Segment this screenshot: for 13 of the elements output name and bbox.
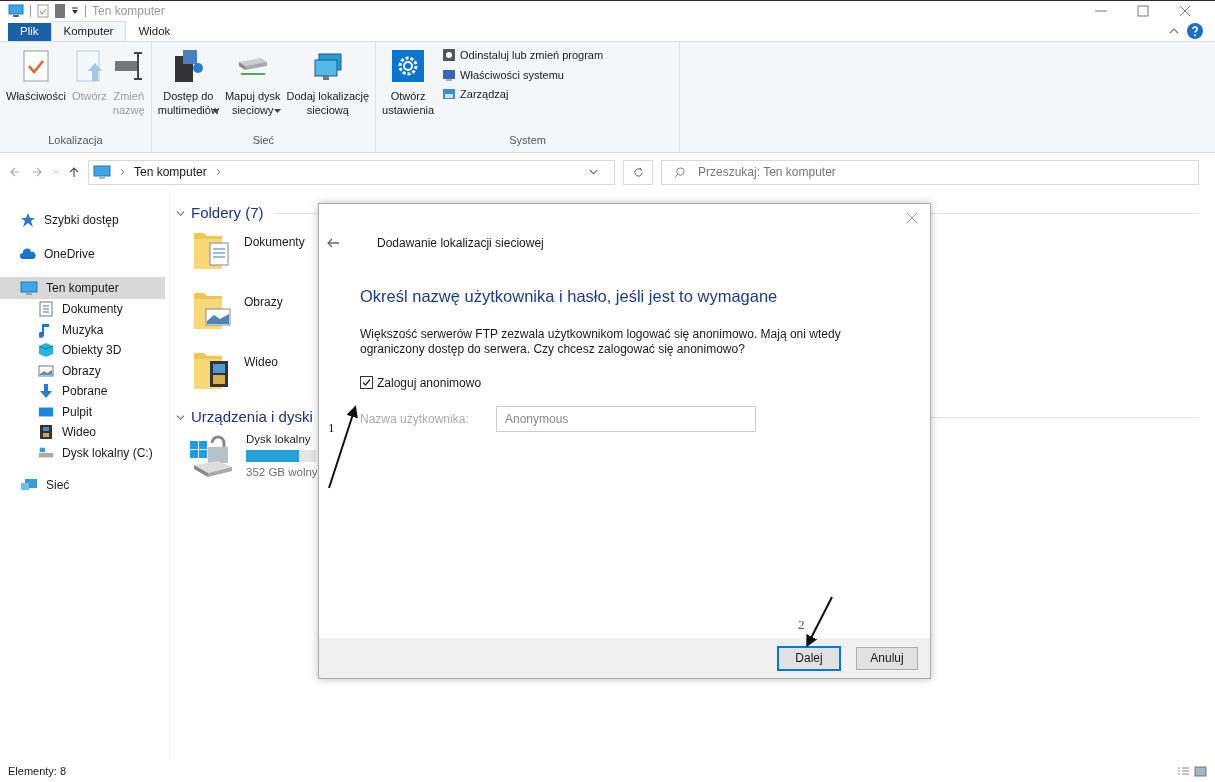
username-label: Nazwa użytkownika: bbox=[360, 410, 470, 428]
annotation-number: 2 bbox=[798, 616, 805, 634]
dialog-heading: Określ nazwę użytkownika i hasło, jeśli jest to wymagane bbox=[360, 286, 779, 307]
ribbon-group-label: System bbox=[508, 132, 547, 148]
free-space: 352 GB wolny bbox=[246, 465, 316, 481]
ribbon-group-label: Sieć bbox=[251, 132, 276, 148]
ribbon-group-label: Lokalizacja bbox=[47, 132, 104, 148]
item-count: Elementy: 8 bbox=[8, 763, 67, 779]
dialog-title: Dodawanie lokalizacji sieciowej bbox=[377, 235, 544, 252]
drive-name: Dysk lokalny bbox=[246, 432, 312, 447]
annotation-number: 1 bbox=[328, 419, 335, 437]
dialog-description: Większość serwerów FTP zezwala użytkownikom logować się anonimowo. Mają oni wtedy ograniczony dostęp do serwera. Czy chcesz zalogować się anonimowo? bbox=[360, 326, 842, 357]
window-title: Ten komputer bbox=[92, 3, 165, 20]
